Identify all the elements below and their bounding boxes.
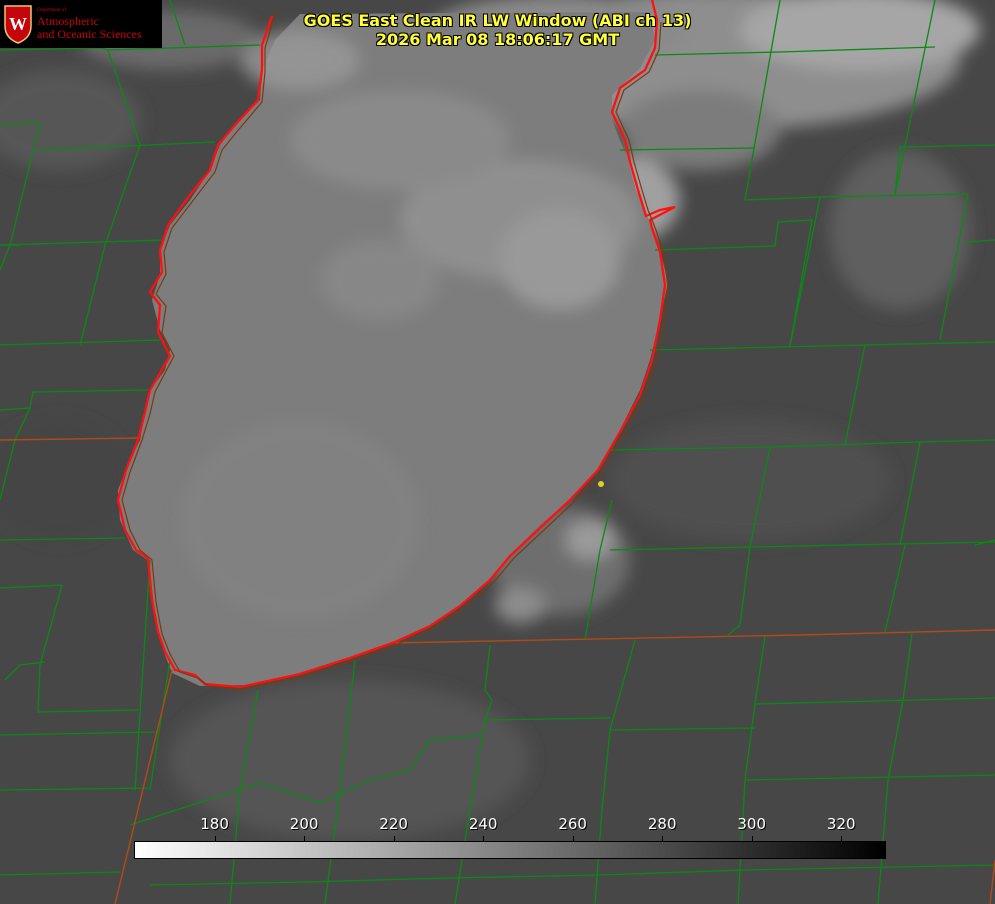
colorbar-tick-mark <box>662 836 664 841</box>
image-timestamp: 2026 Mar 08 18:06:17 GMT <box>375 30 620 49</box>
colorbar <box>134 841 886 859</box>
location-marker <box>598 481 604 487</box>
satellite-imagery <box>0 0 995 904</box>
colorbar-tick-label: 280 <box>647 815 677 833</box>
colorbar-tick-mark <box>483 836 485 841</box>
colorbar-tick-mark <box>841 836 843 841</box>
colorbar-tick-label: 260 <box>558 815 587 833</box>
colorbar-tick-label: 300 <box>737 815 767 833</box>
colorbar-tick-mark <box>214 836 216 841</box>
colorbar-tick-mark <box>751 836 753 841</box>
colorbar-tick-label: 180 <box>200 815 229 833</box>
colorbar-tick-label: 220 <box>379 815 408 833</box>
colorbar-tick-label: 200 <box>289 815 319 833</box>
colorbar-tick-mark <box>572 836 574 841</box>
image-title: GOES East Clean IR LW Window (ABI ch 13) <box>303 11 692 30</box>
colorbar-tick-label: 240 <box>468 815 498 833</box>
colorbar-tick-mark <box>304 836 306 841</box>
colorbar-tick-mark <box>393 836 395 841</box>
colorbar-tick-label: 320 <box>826 815 856 833</box>
